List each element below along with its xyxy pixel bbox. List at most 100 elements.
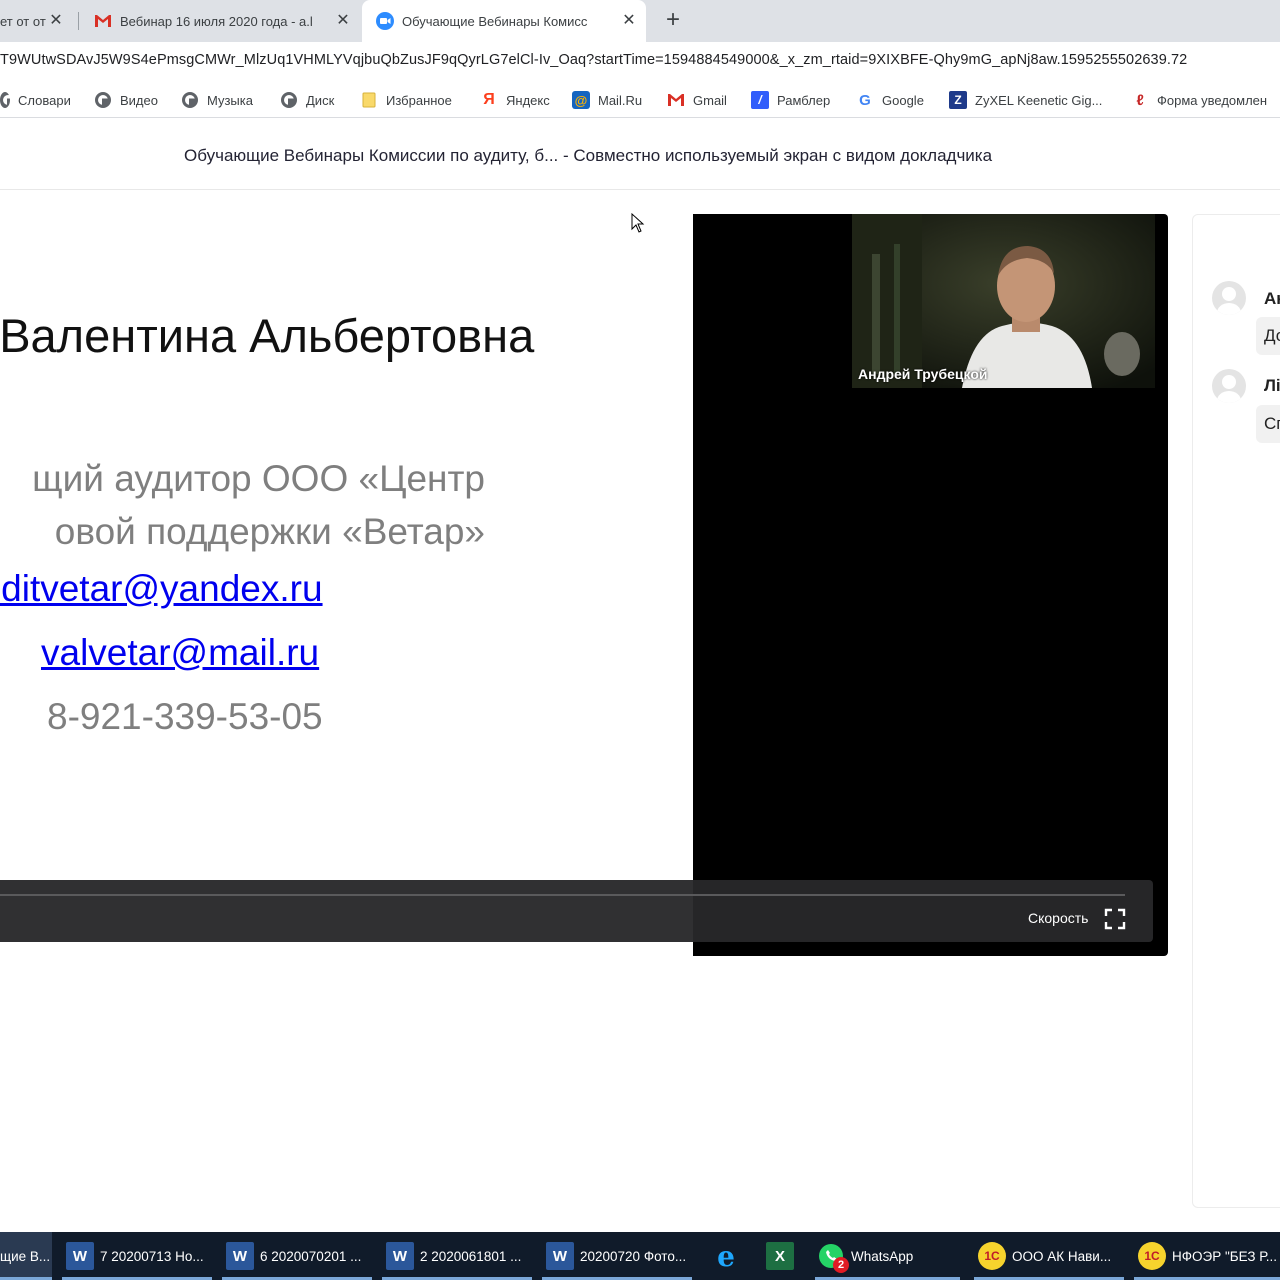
address-bar[interactable]: T9WUtwSDAvJ5W9S4ePmsgCMWr_MlzUq1VHMLYVqj…: [0, 42, 1280, 82]
avatar: [1212, 369, 1246, 403]
taskbar-label: НФОЭР "БЕЗ Р...: [1172, 1248, 1277, 1264]
bookmark-gmail[interactable]: Gmail: [667, 90, 727, 110]
taskbar-label: 7 20200713 Но...: [100, 1248, 204, 1264]
playback-speed-button[interactable]: Скорость: [1028, 910, 1088, 926]
folder-icon: [360, 91, 378, 109]
close-tab-icon[interactable]: ✕: [47, 12, 65, 30]
word-icon: W: [226, 1242, 254, 1270]
slide-role-line: щий аудитор ООО «Центр: [32, 458, 485, 499]
globe-icon: [94, 91, 112, 109]
recording-header: Обучающие Вебинары Комиссии по аудиту, б…: [0, 122, 1280, 190]
taskbar-label: ООО АК Нави...: [1012, 1248, 1112, 1264]
shared-screen-slide[interactable]: а Валентина Альбертовна щий аудитор ООО …: [0, 190, 693, 942]
globe-icon: [280, 91, 298, 109]
taskbar-item-1c[interactable]: 1С ООО АК Нави...: [974, 1232, 1124, 1280]
word-icon: W: [546, 1242, 574, 1270]
rambler-icon: /: [751, 91, 769, 109]
tab-title: Вебинар 16 июля 2020 года - a.l: [120, 13, 313, 29]
playback-progress-bar[interactable]: [0, 894, 1125, 896]
internet-explorer-icon: e: [717, 1239, 735, 1273]
bookmark-favorites[interactable]: Избранное: [360, 90, 452, 110]
taskbar-item-excel[interactable]: X: [760, 1232, 800, 1280]
zyxel-icon: Z: [949, 91, 967, 109]
taskbar-label: щие В...: [0, 1248, 51, 1264]
new-tab-button[interactable]: +: [660, 8, 686, 34]
bookmark-label: Диск: [306, 92, 335, 108]
chat-author: Лі: [1264, 376, 1280, 395]
taskbar-item-zoom[interactable]: щие В...: [0, 1232, 52, 1280]
slide-phone: 8-921-339-53-05: [47, 696, 323, 737]
form-icon: ℓ: [1136, 91, 1144, 109]
avatar: [1212, 281, 1246, 315]
taskbar-label: 20200720 Фото...: [580, 1248, 687, 1264]
bookmark-label: ZyXEL Keenetic Gig...: [975, 92, 1103, 108]
fullscreen-icon[interactable]: [1104, 908, 1126, 930]
taskbar-label: WhatsApp: [851, 1248, 914, 1264]
browser-tab[interactable]: ет от от ✕: [0, 0, 75, 42]
bookmark-google[interactable]: G Google: [856, 90, 924, 110]
globe-icon: [181, 91, 199, 109]
close-tab-icon[interactable]: ✕: [334, 12, 352, 30]
mouse-cursor-icon: [631, 213, 645, 233]
tab-title: ет от от: [0, 13, 46, 29]
chat-message: До: [1256, 317, 1280, 355]
browser-tab-active[interactable]: Обучающие Вебинары Комисс ✕: [362, 0, 646, 42]
google-icon: G: [859, 91, 871, 109]
word-icon: W: [386, 1242, 414, 1270]
taskbar-item-word[interactable]: W 6 2020070201 ...: [222, 1232, 372, 1280]
speaker-video-frame: [852, 214, 1155, 388]
taskbar-item-word[interactable]: W 2 2020061801 ...: [382, 1232, 532, 1280]
bookmark-form[interactable]: ℓ Форма уведомлен: [1131, 90, 1267, 110]
windows-taskbar: щие В... W 7 20200713 Но... W 6 20200702…: [0, 1232, 1280, 1280]
speaker-name-label: Андрей Трубецкой: [858, 366, 988, 382]
taskbar-item-whatsapp[interactable]: 2 WhatsApp: [815, 1232, 960, 1280]
gmail-icon: [94, 12, 112, 30]
whatsapp-icon: 2: [817, 1242, 849, 1273]
slide-role-line: овой поддержки «Ветар»: [54, 511, 485, 552]
taskbar-item-word[interactable]: W 20200720 Фото...: [542, 1232, 692, 1280]
bookmark-rambler[interactable]: / Рамблер: [751, 90, 830, 110]
browser-tab[interactable]: Вебинар 16 июля 2020 года - a.l ✕: [80, 0, 360, 42]
globe-icon: [0, 91, 10, 109]
url-text[interactable]: T9WUtwSDAvJ5W9S4ePmsgCMWr_MlzUq1VHMLYVqj…: [0, 52, 1187, 68]
bookmark-disk[interactable]: Диск: [280, 90, 334, 110]
gmail-icon: [667, 91, 685, 109]
taskbar-label: 6 2020070201 ...: [260, 1248, 362, 1264]
excel-icon: X: [766, 1242, 794, 1270]
bookmark-yandex[interactable]: Я Яндекс: [480, 90, 550, 110]
chat-author: Ан: [1264, 289, 1280, 308]
chat-panel: Ан До Лі Сп: [1192, 214, 1280, 1208]
bookmark-label: Gmail: [693, 92, 727, 108]
bookmark-label: Музыка: [207, 92, 253, 108]
bookmark-label: Mail.Ru: [598, 92, 643, 108]
speaker-video-thumbnail[interactable]: Андрей Трубецкой: [852, 214, 1155, 388]
bookmark-label: Рамблер: [777, 92, 831, 108]
taskbar-item-word[interactable]: W 7 20200713 Но...: [62, 1232, 212, 1280]
taskbar-item-1c[interactable]: 1С НФОЭР "БЕЗ Р...: [1134, 1232, 1280, 1280]
bookmark-label: Видео: [120, 92, 158, 108]
slide-email-link[interactable]: auditvetar@yandex.ru: [0, 568, 323, 610]
bookmark-label: Google: [882, 92, 924, 108]
bookmark-label: Словари: [18, 92, 71, 108]
slide-email-link[interactable]: valvetar@mail.ru: [41, 632, 319, 674]
bookmark-slovari[interactable]: Словари: [0, 90, 71, 110]
bookmark-video[interactable]: Видео: [94, 90, 158, 110]
bookmark-label: Яндекс: [506, 92, 550, 108]
recording-title: Обучающие Вебинары Комиссии по аудиту, б…: [184, 146, 993, 165]
bookmarks-bar: Словари Видео Музыка Диск Избранное Я Ян…: [0, 82, 1280, 118]
bookmark-music[interactable]: Музыка: [181, 90, 253, 110]
tab-title: Обучающие Вебинары Комисс: [402, 13, 588, 29]
browser-tab-strip: ет от от ✕ Вебинар 16 июля 2020 года - a…: [0, 0, 1280, 42]
bookmark-label: Избранное: [386, 92, 452, 108]
tab-separator: [78, 12, 79, 30]
close-tab-icon[interactable]: ✕: [620, 12, 638, 30]
taskbar-item-ie[interactable]: e: [706, 1232, 746, 1280]
mailru-icon: @: [572, 91, 590, 109]
slide-speaker-role: щий аудитор ООО «Центр овой поддержки «В…: [0, 452, 485, 558]
bookmark-zyxel[interactable]: Z ZyXEL Keenetic Gig...: [949, 90, 1102, 110]
unread-badge: 2: [833, 1257, 849, 1273]
zoom-icon: [376, 12, 394, 30]
bookmark-mailru[interactable]: @ Mail.Ru: [572, 90, 642, 110]
bookmark-label: Форма уведомлен: [1157, 92, 1268, 108]
1c-icon: 1С: [1138, 1242, 1166, 1270]
